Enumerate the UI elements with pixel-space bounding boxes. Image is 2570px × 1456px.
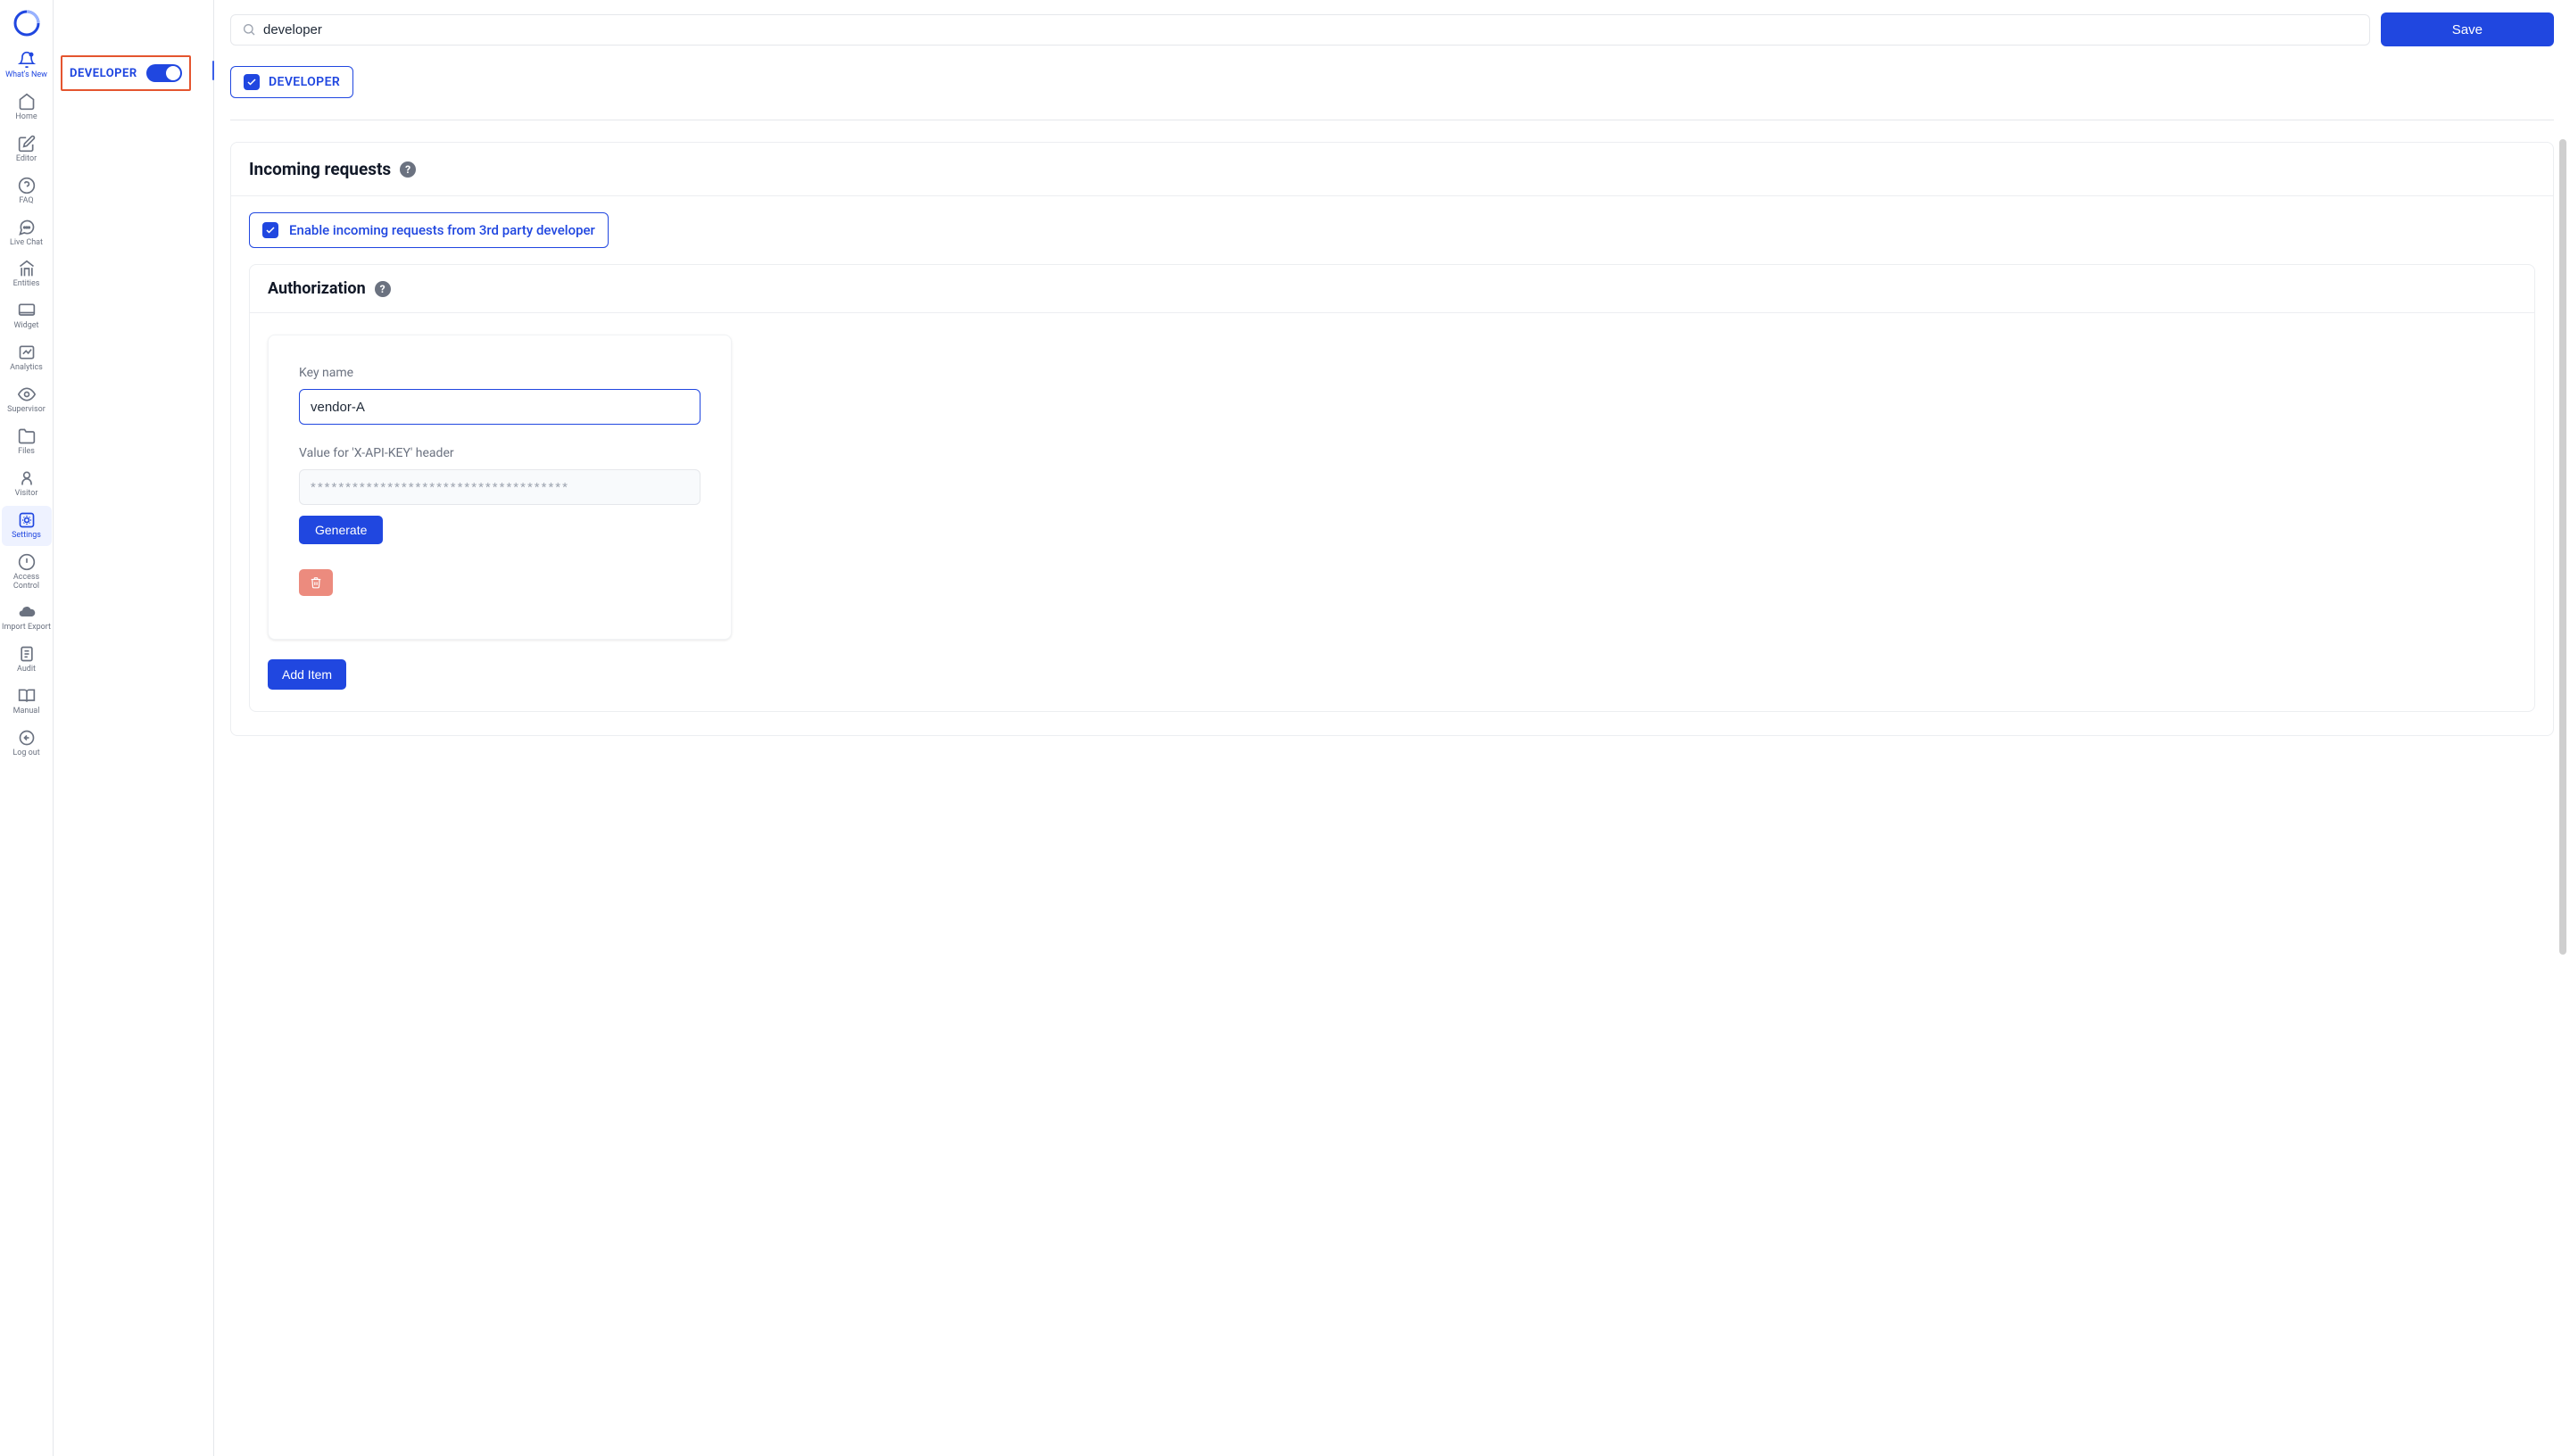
sidebar-item-faq[interactable]: FAQ [2,171,52,211]
edit-icon [18,135,36,153]
monitor-icon [18,302,36,319]
search-field[interactable] [230,14,2370,46]
sidebar-item-label: Settings [12,532,41,541]
developer-tag[interactable]: DEVELOPER [230,66,353,98]
api-key-card: Key name Value for 'X-API-KEY' header Ge… [268,335,732,640]
sidebar-item-files[interactable]: Files [2,422,52,462]
eye-icon [18,385,36,403]
secondary-panel: DEVELOPER [54,0,214,1456]
sidebar-item-label: Audit [17,666,36,674]
incoming-requests-card: Incoming requests ? Enable incoming requ… [230,142,2554,736]
sidebar-item-label: Import Export [2,624,51,633]
authorization-title: Authorization [268,279,366,298]
home-icon [18,93,36,111]
app-root: What's New Home Editor FAQ Live Chat Ent… [0,0,2570,1456]
search-icon [242,22,256,37]
sidebar-item-label: Entities [13,280,40,289]
sidebar-item-supervisor[interactable]: Supervisor [2,380,52,420]
sidebar-item-label: Live Chat [10,239,43,248]
sidebar-item-editor[interactable]: Editor [2,129,52,170]
incoming-requests-title: Incoming requests [249,159,391,179]
sidebar-item-accesscontrol[interactable]: Access Control [2,548,52,597]
developer-toggle-highlight: DEVELOPER [61,55,191,91]
sidebar-item-label: Access Control [2,574,52,592]
delete-key-button[interactable] [299,569,333,596]
api-key-value-input[interactable] [299,469,701,505]
sidebar-item-audit[interactable]: Audit [2,640,52,680]
help-icon[interactable]: ? [375,281,391,297]
sidebar-item-label: Log out [12,749,39,758]
sidebar-item-importexport[interactable]: Import Export [2,598,52,638]
sidebar-item-label: Manual [13,707,40,716]
folder-icon [18,427,36,445]
help-circle-icon [18,177,36,194]
sidebar-item-label: Supervisor [7,406,46,415]
key-name-input[interactable] [299,389,701,425]
key-name-label: Key name [299,366,701,380]
sidebar-item-label: Visitor [15,490,38,499]
bell-dot-icon [18,51,36,69]
sidebar-item-label: Widget [13,322,38,331]
sidebar-item-label: Files [18,448,35,457]
checkbox-checked-icon [262,222,278,238]
search-input[interactable] [263,22,2359,37]
sidebar-item-label: Home [15,113,37,122]
user-icon [18,469,36,487]
add-item-button[interactable]: Add Item [268,659,346,690]
sidebar-item-whatsnew[interactable]: What's New [2,46,52,86]
sidebar-item-widget[interactable]: Widget [2,296,52,336]
sidebar-item-entities[interactable]: Entities [2,254,52,294]
authorization-card: Authorization ? Key name Value for 'X-AP… [249,264,2535,712]
help-icon[interactable]: ? [400,161,416,178]
app-logo [12,9,41,37]
subcard-header: Authorization ? [250,265,2534,313]
cloud-upload-icon [18,603,36,621]
toggle-knob [166,66,180,80]
generate-button[interactable]: Generate [299,516,383,544]
save-button[interactable]: Save [2381,12,2554,46]
trash-icon [310,576,322,589]
sidebar-item-home[interactable]: Home [2,87,52,128]
content-scrollbar[interactable] [2559,139,2566,955]
sidebar-item-label: Analytics [10,364,43,373]
house-entities-icon [18,260,36,277]
book-icon [18,687,36,705]
card-header: Incoming requests ? [231,143,2553,196]
sidebar-item-livechat[interactable]: Live Chat [2,213,52,253]
main-content: Save DEVELOPER Incoming requests ? [214,0,2570,1456]
message-bubble-icon [18,219,36,236]
settings-square-icon [18,511,36,529]
sidebar-item-visitor[interactable]: Visitor [2,464,52,504]
sidebar-item-label: What's New [5,71,47,80]
tag-row: DEVELOPER [214,59,2570,120]
left-sidebar: What's New Home Editor FAQ Live Chat Ent… [0,0,54,1456]
api-key-label: Value for 'X-API-KEY' header [299,446,701,460]
topbar: Save [214,0,2570,59]
sidebar-item-label: FAQ [19,197,33,206]
sidebar-item-manual[interactable]: Manual [2,682,52,722]
sidebar-item-analytics[interactable]: Analytics [2,338,52,378]
chart-icon [18,343,36,361]
logout-icon [18,729,36,747]
enable-incoming-label: Enable incoming requests from 3rd party … [289,222,595,238]
sidebar-item-settings[interactable]: Settings [2,506,52,546]
developer-toggle[interactable] [146,64,182,82]
enable-incoming-checkbox[interactable]: Enable incoming requests from 3rd party … [249,212,609,248]
sidebar-item-logout[interactable]: Log out [2,724,52,764]
developer-toggle-label: DEVELOPER [70,67,137,80]
alert-circle-icon [18,553,36,571]
checkbox-checked-icon [244,74,260,90]
developer-tag-label: DEVELOPER [269,75,340,89]
sidebar-item-label: Editor [16,155,37,164]
audit-icon [18,645,36,663]
